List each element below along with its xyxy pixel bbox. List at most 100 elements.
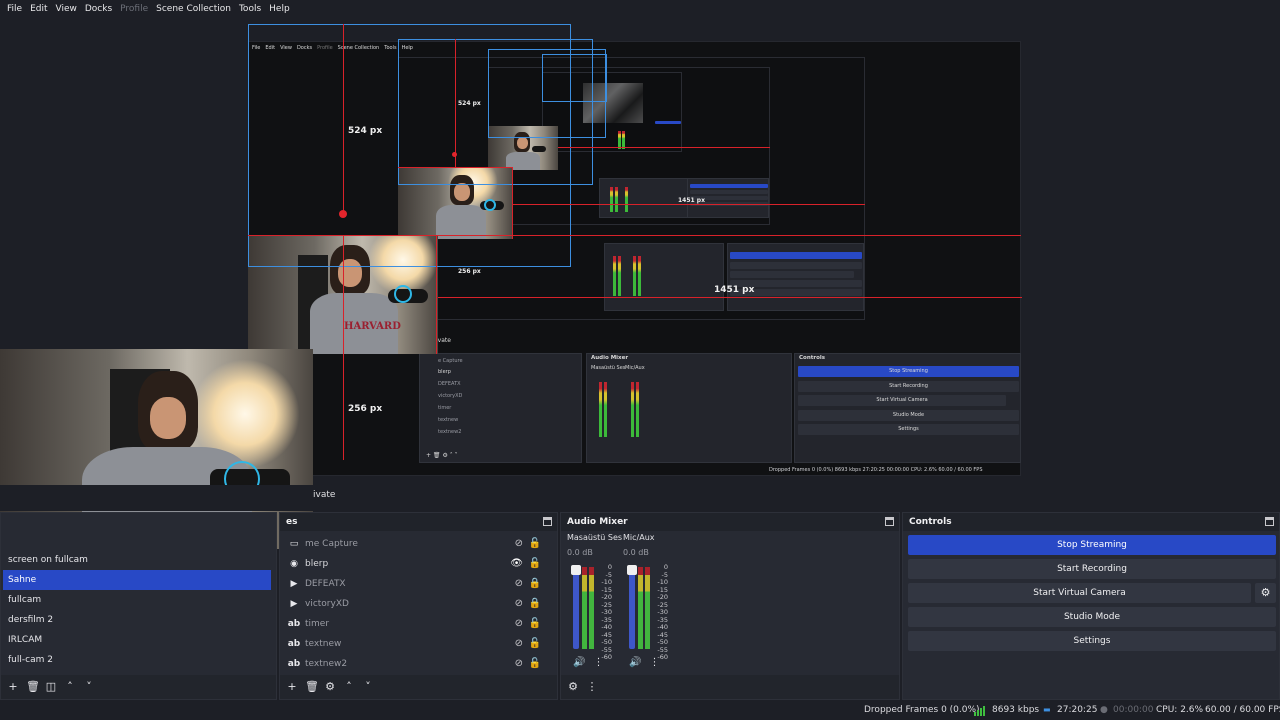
- guide-handle[interactable]: [339, 210, 347, 218]
- add-scene-icon[interactable]: +: [7, 681, 19, 693]
- guide-line-horizontal-3: [398, 167, 513, 168]
- move-down-icon[interactable]: ˅: [362, 681, 374, 693]
- remove-scene-icon[interactable]: 🗑: [26, 681, 40, 693]
- scene-item[interactable]: screen on fullcam: [3, 550, 271, 570]
- virtual-camera-settings-icon[interactable]: ⚙: [1255, 583, 1276, 603]
- scene-item-selected[interactable]: Sahne: [3, 570, 271, 590]
- unlock-icon[interactable]: 🔓: [529, 658, 541, 669]
- nested3-meter: [615, 187, 618, 212]
- start-recording-button[interactable]: Start Recording: [908, 559, 1276, 579]
- scene-item[interactable]: dersfilm 2: [3, 610, 271, 630]
- media-play-icon: ▶: [290, 579, 298, 589]
- menu-view[interactable]: View: [52, 4, 81, 14]
- stop-streaming-button[interactable]: Stop Streaming: [908, 535, 1276, 555]
- controls-dock: Controls Stop Streaming Start Recording …: [902, 512, 1280, 700]
- source-item[interactable]: ▭ me Capture ⊘ 🔓: [284, 534, 554, 554]
- controls-title: Controls: [903, 513, 1279, 531]
- remove-source-icon[interactable]: 🗑: [305, 681, 319, 693]
- meter-scale: 0 -5 -10 -15 -20 -25 -30 -35 -40 -45 -50…: [652, 563, 668, 662]
- mixer-menu-icon[interactable]: ⋮: [586, 681, 598, 693]
- menu-help[interactable]: Help: [265, 4, 294, 14]
- filters-icon[interactable]: ◫: [45, 681, 57, 693]
- unlock-icon[interactable]: 🔓: [529, 638, 541, 649]
- add-source-icon[interactable]: +: [286, 681, 298, 693]
- nested-controls-title: Controls: [799, 355, 826, 361]
- source-item[interactable]: ▶ victoryXD ⊘ 🔒: [284, 594, 554, 614]
- nested-source-item: textnew2: [438, 429, 462, 435]
- meter-scale: 0 -5 -10 -15 -20 -25 -30 -35 -40 -45 -50…: [596, 563, 612, 662]
- more-options-icon[interactable]: ⋮: [593, 657, 603, 668]
- record-time: 00:00:00: [1113, 705, 1154, 715]
- volume-meter: [589, 567, 594, 649]
- nested-start-recording: Start Recording: [798, 381, 1019, 392]
- undock-icon[interactable]: [885, 517, 894, 526]
- sources-dock: es ▭ me Capture ⊘ 🔓 ◉ blerp 👁 🔓 ▶ DEFEAT…: [279, 512, 558, 700]
- menu-file[interactable]: File: [3, 4, 26, 14]
- lock-icon[interactable]: 🔒: [529, 598, 541, 609]
- advanced-audio-icon[interactable]: ⚙: [567, 681, 579, 693]
- volume-meter: [582, 567, 587, 649]
- measure-inner-cam-label: 256 px: [458, 268, 481, 275]
- speaker-icon[interactable]: 🔊: [573, 657, 585, 668]
- nested-mixer-channel: Masaüstü Ses: [591, 365, 626, 371]
- nested3-meter: [625, 187, 628, 212]
- measure-cam-label: 256 px: [348, 404, 383, 414]
- mixer-channel-controls: 🔊 ⋮: [629, 657, 659, 668]
- volume-slider-knob[interactable]: [627, 565, 637, 575]
- menu-tools[interactable]: Tools: [235, 4, 265, 14]
- window-capture-icon: ▭: [289, 539, 299, 549]
- source-label: textnew: [305, 639, 342, 649]
- nested3-meter: [610, 187, 613, 212]
- streaming-icon: ▬: [1043, 705, 1051, 714]
- move-down-icon[interactable]: ˅: [83, 681, 95, 693]
- undock-icon[interactable]: [1265, 517, 1274, 526]
- volume-slider[interactable]: [627, 565, 637, 649]
- lock-icon[interactable]: 🔒: [529, 578, 541, 589]
- visibility-off-icon[interactable]: ⊘: [515, 598, 523, 609]
- scene-item[interactable]: fullcam: [3, 590, 271, 610]
- source-label: victoryXD: [305, 599, 349, 609]
- studio-mode-button[interactable]: Studio Mode: [908, 607, 1276, 627]
- visibility-off-icon[interactable]: ⊘: [515, 618, 523, 629]
- start-virtual-camera-button[interactable]: Start Virtual Camera: [908, 583, 1251, 603]
- text-icon: ab: [287, 639, 301, 649]
- visibility-off-icon[interactable]: ⊘: [515, 658, 523, 669]
- scene-item[interactable]: IRLCAM: [3, 630, 271, 650]
- scene-item[interactable]: full-cam 2: [3, 650, 271, 670]
- unlock-icon[interactable]: 🔓: [529, 538, 541, 549]
- nested-meter: [631, 382, 634, 437]
- source-item[interactable]: ◉ blerp 👁 🔓: [284, 554, 554, 574]
- guide-handle-2: [452, 152, 457, 157]
- visibility-off-icon[interactable]: ⊘: [515, 638, 523, 649]
- volume-slider-knob[interactable]: [571, 565, 581, 575]
- more-options-icon[interactable]: ⋮: [649, 657, 659, 668]
- nested-controls-panel: Controls Stop Streaming Start Recording …: [794, 353, 1021, 463]
- visibility-off-icon[interactable]: ⊘: [515, 538, 523, 549]
- menu-profile[interactable]: Profile: [116, 4, 152, 14]
- mixer-channel-controls: 🔊 ⋮: [573, 657, 603, 668]
- source-label: me Capture: [305, 539, 358, 549]
- mixer-channel-mic: Mic/Aux 0.0 dB 0 -5 -10 -15 -20 -25 -30 …: [623, 533, 679, 668]
- unlock-icon[interactable]: 🔓: [529, 618, 541, 629]
- nested2-controls: [727, 243, 864, 311]
- menu-docks[interactable]: Docks: [81, 4, 116, 14]
- source-item[interactable]: ▶ DEFEATX ⊘ 🔒: [284, 574, 554, 594]
- source-item[interactable]: ab textnew2 ⊘ 🔓: [284, 654, 554, 674]
- visibility-off-icon[interactable]: ⊘: [515, 578, 523, 589]
- menu-scene-collection[interactable]: Scene Collection: [152, 4, 235, 14]
- speaker-icon[interactable]: 🔊: [629, 657, 641, 668]
- nested-status-bar: Dropped Frames 0 (0.0%) 8693 kbps 27:20:…: [769, 467, 983, 473]
- source-item[interactable]: ab timer ⊘ 🔓: [284, 614, 554, 634]
- source-item[interactable]: ab textnew ⊘ 🔓: [284, 634, 554, 654]
- source-properties-icon[interactable]: ⚙: [324, 681, 336, 693]
- move-up-icon[interactable]: ˄: [343, 681, 355, 693]
- nested-start-virtual-camera: Start Virtual Camera: [798, 395, 1006, 406]
- move-up-icon[interactable]: ˄: [64, 681, 76, 693]
- unlock-icon[interactable]: 🔓: [529, 558, 541, 569]
- visibility-on-icon[interactable]: 👁: [510, 558, 523, 569]
- undock-icon[interactable]: [543, 517, 552, 526]
- menu-bar: File Edit View Docks Profile Scene Colle…: [0, 0, 1280, 17]
- menu-edit[interactable]: Edit: [26, 4, 51, 14]
- volume-slider[interactable]: [571, 565, 581, 649]
- settings-button[interactable]: Settings: [908, 631, 1276, 651]
